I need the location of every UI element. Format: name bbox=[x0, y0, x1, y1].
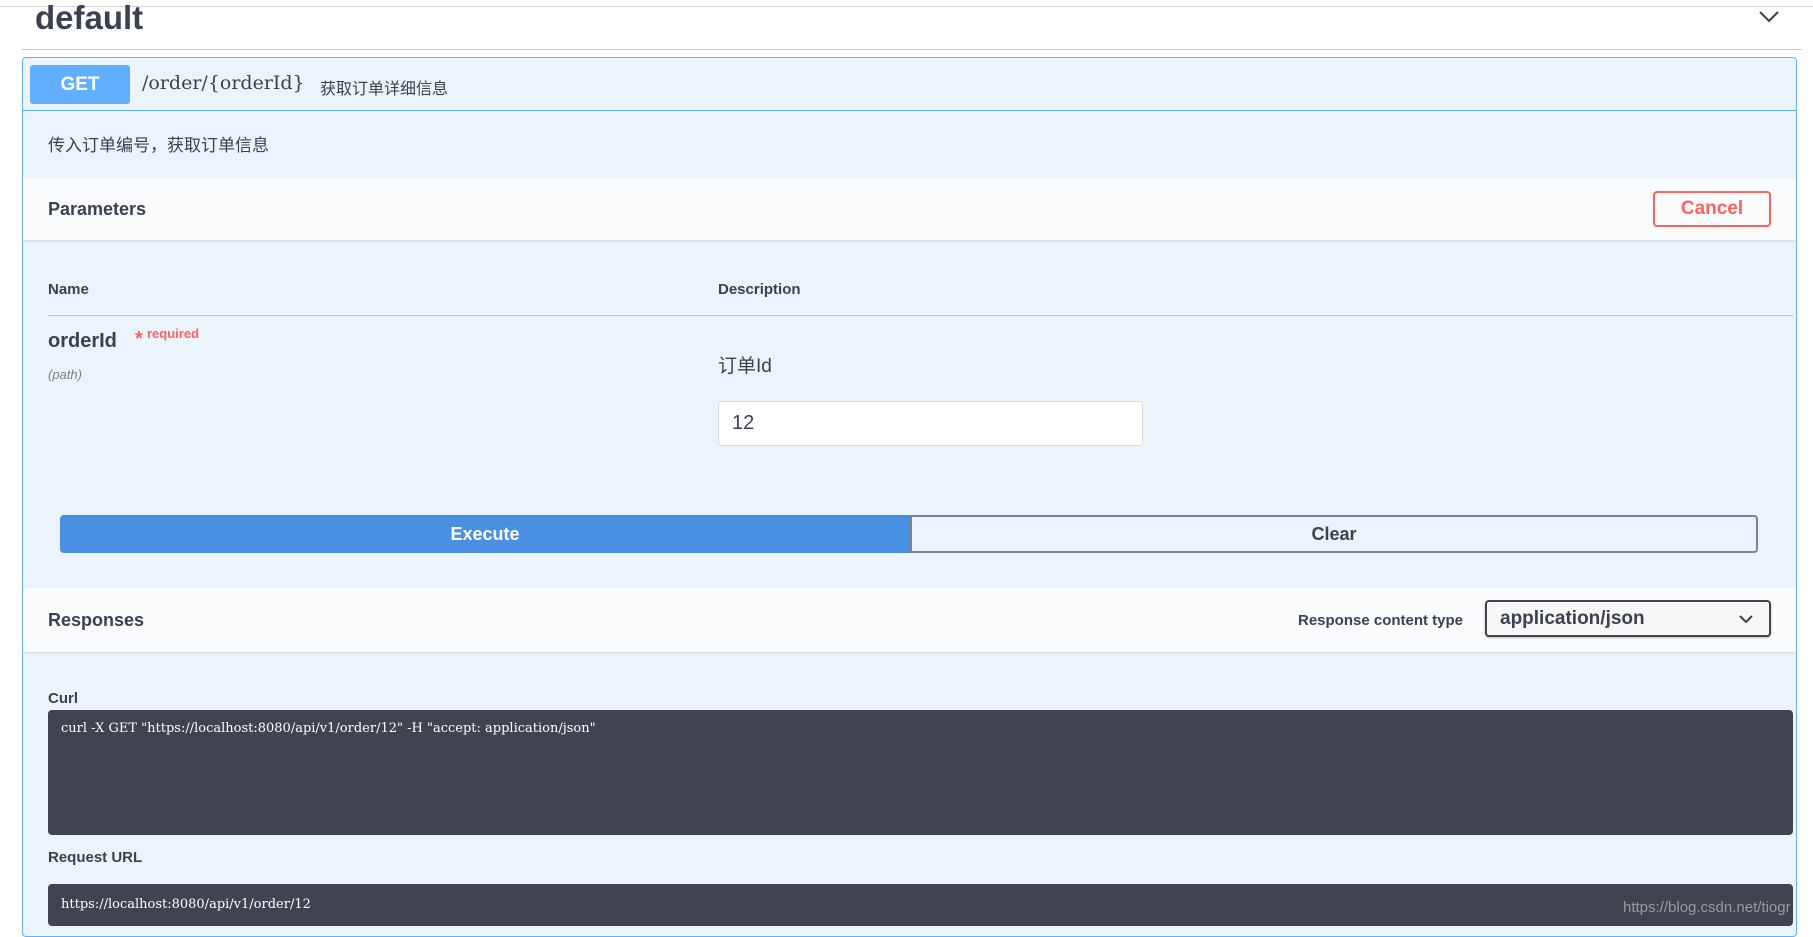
request-url-block: https://localhost:8080/api/v1/order/12 bbox=[48, 884, 1793, 926]
header-divider bbox=[48, 315, 1793, 316]
parameter-description: 订单Id bbox=[718, 356, 772, 377]
operation-description: 传入订单编号，获取订单信息 bbox=[48, 136, 269, 155]
operation-path: /order/{orderId} bbox=[142, 72, 305, 94]
operation-summary[interactable]: GET /order/{orderId} 获取订单详细信息 bbox=[23, 58, 1796, 111]
execute-clear-group: Execute Clear bbox=[60, 515, 1782, 553]
section-title: default bbox=[35, 0, 144, 36]
column-header-name: Name bbox=[48, 281, 89, 298]
execute-button[interactable]: Execute bbox=[60, 515, 910, 553]
responses-header: Responses Response content type applicat… bbox=[23, 588, 1796, 652]
section-header[interactable]: default bbox=[22, 0, 1802, 50]
chevron-down-icon[interactable] bbox=[1758, 8, 1780, 24]
parameters-header: Parameters Cancel bbox=[23, 178, 1796, 240]
curl-command: curl -X GET "https://localhost:8080/api/… bbox=[61, 721, 596, 736]
curl-label: Curl bbox=[48, 690, 78, 707]
parameters-title: Parameters bbox=[48, 199, 147, 219]
operation-block: GET /order/{orderId} 获取订单详细信息 传入订单编号，获取订… bbox=[22, 57, 1797, 937]
method-badge: GET bbox=[30, 65, 130, 104]
parameter-location: (path) bbox=[48, 367, 82, 382]
response-content-type-value: application/json bbox=[1500, 607, 1645, 629]
required-star: * bbox=[135, 328, 143, 350]
required-label: required bbox=[147, 326, 200, 341]
response-content-type-label: Response content type bbox=[1298, 612, 1464, 629]
order-id-input[interactable] bbox=[718, 401, 1143, 446]
watermark: https://blog.csdn.net/tiogr bbox=[1623, 899, 1791, 916]
curl-code-block: curl -X GET "https://localhost:8080/api/… bbox=[48, 710, 1793, 835]
column-header-description: Description bbox=[718, 281, 801, 298]
request-url: https://localhost:8080/api/v1/order/12 bbox=[61, 897, 311, 912]
operation-summary-text: 获取订单详细信息 bbox=[320, 81, 449, 98]
responses-title: Responses bbox=[48, 610, 145, 630]
cancel-button[interactable]: Cancel bbox=[1653, 191, 1771, 227]
parameter-name: orderId bbox=[48, 330, 117, 352]
clear-button[interactable]: Clear bbox=[910, 515, 1758, 553]
request-url-label: Request URL bbox=[48, 849, 143, 866]
chevron-down-icon bbox=[1739, 615, 1753, 624]
response-content-type-select[interactable]: application/json bbox=[1485, 600, 1771, 637]
